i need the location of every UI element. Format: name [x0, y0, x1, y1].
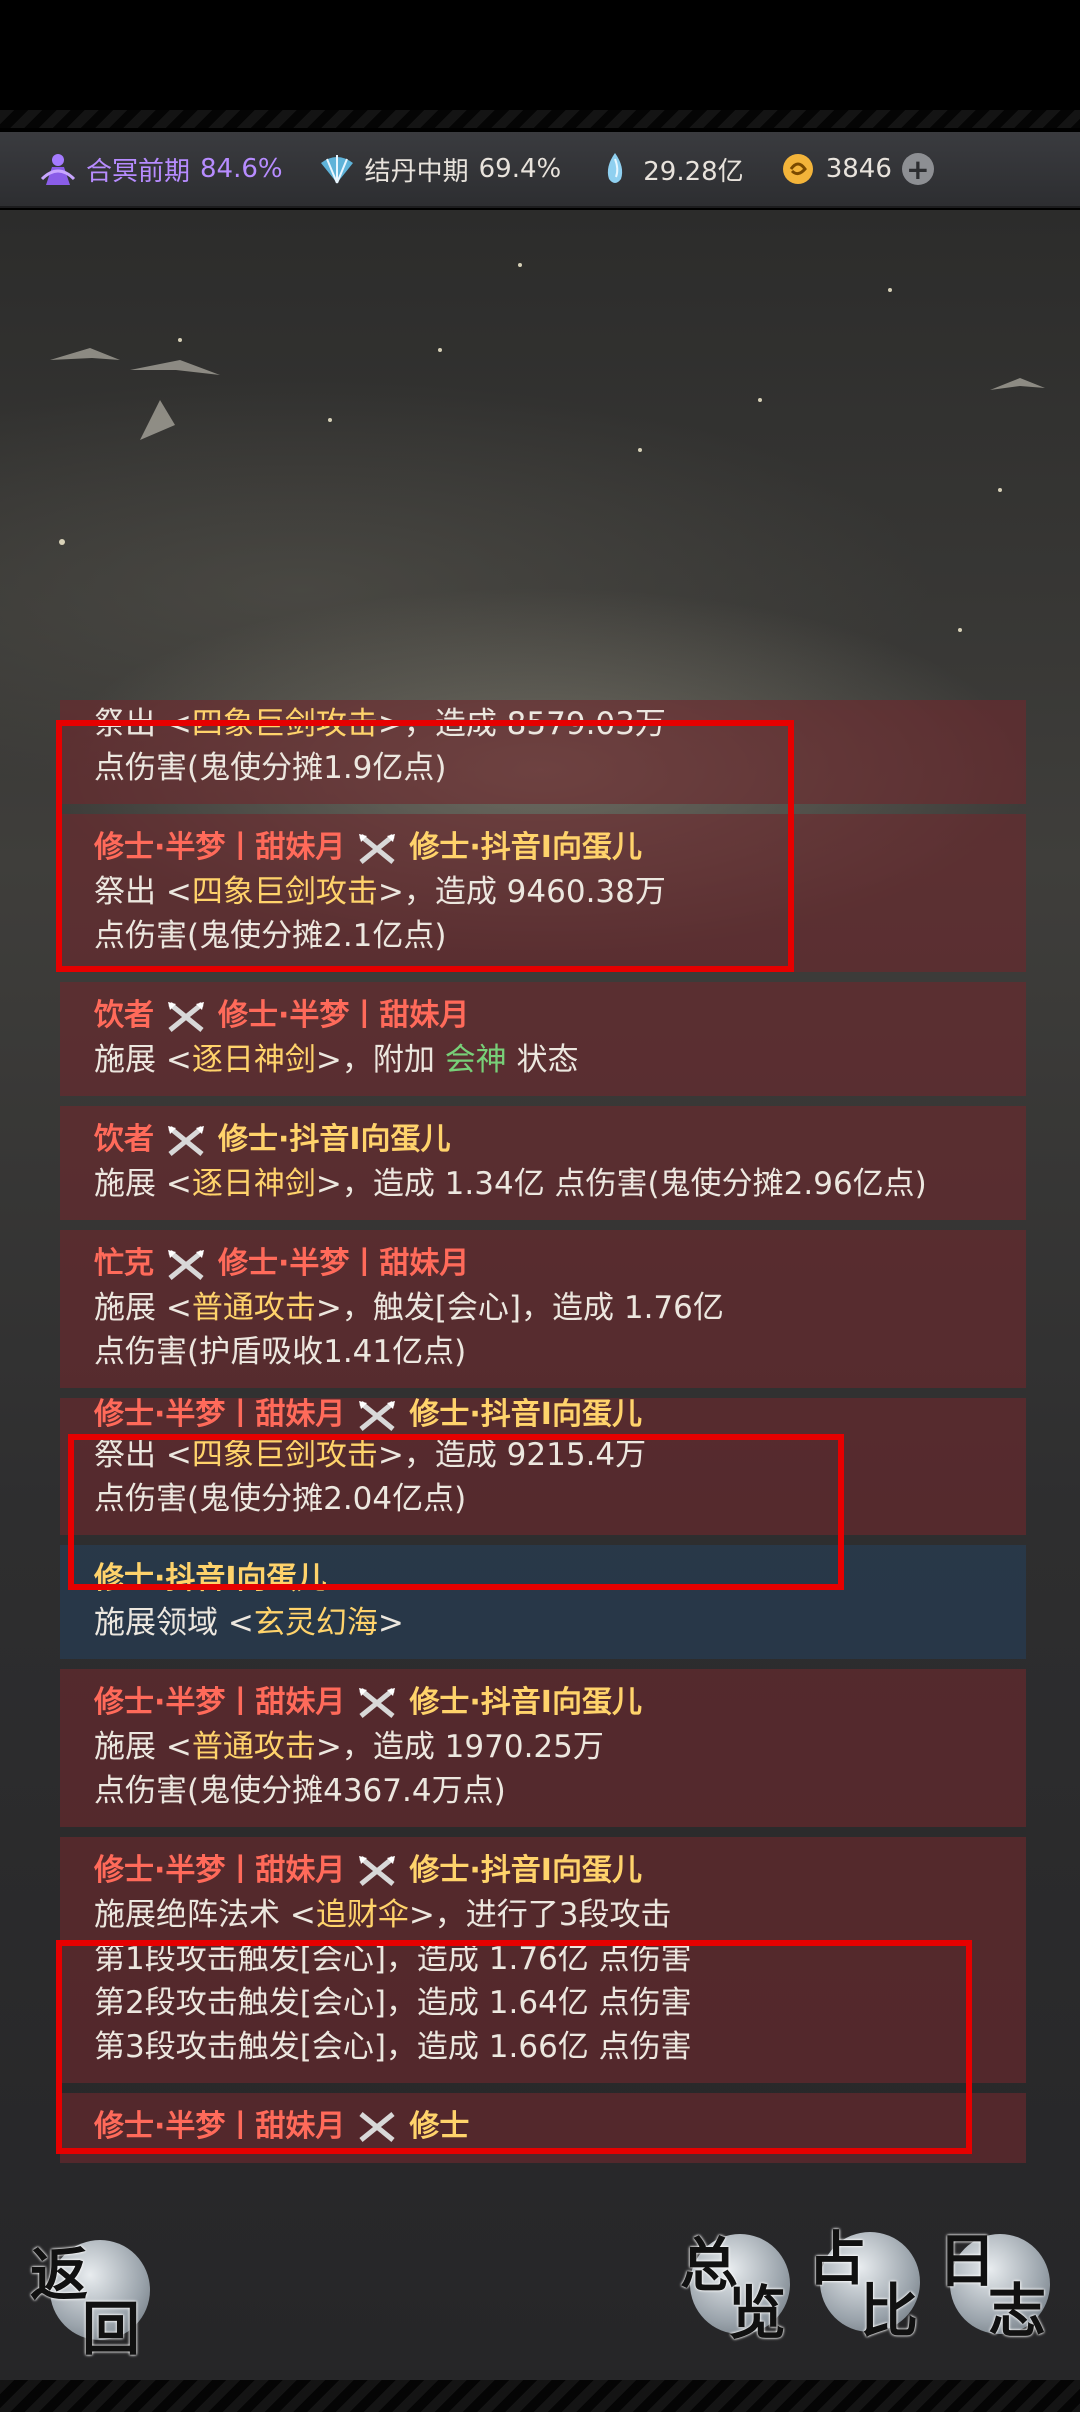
core-progress: 69.4%: [478, 154, 562, 184]
log-line: 施展 <普通攻击>，造成 1970.25万: [94, 1728, 604, 1765]
resource-core: 结丹中期 69.4%: [317, 149, 562, 189]
purple-figure-icon: [38, 149, 78, 189]
core-label: 结丹中期: [364, 156, 469, 187]
gold-coin-icon: [778, 149, 818, 189]
target-name[interactable]: 修士·抖音I向蛋儿: [409, 1397, 642, 1432]
decorative-border: [0, 110, 1080, 128]
log-line: 施展领域 <玄灵幻海>: [94, 1604, 404, 1641]
log-line: 施展 <逐日神剑>，造成 1.34亿 点伤害(鬼使分摊2.96亿点): [94, 1166, 927, 1202]
log-header: 修士·半梦丨甜妹月 修士·抖音I向蛋儿: [94, 1398, 992, 1433]
ratio-label-1: 占: [808, 2225, 867, 2293]
back-label-1: 返: [30, 2241, 89, 2309]
resource-realm: 合冥前期 84.6%: [38, 149, 283, 189]
highlight-box: [56, 1940, 972, 2154]
back-button[interactable]: 返 回: [20, 2220, 160, 2363]
attacker-name[interactable]: 饮者: [94, 998, 154, 1033]
log-header: 饮者 修士·半梦丨甜妹月: [94, 994, 992, 1038]
attacker-name[interactable]: 忙克: [94, 1246, 154, 1281]
target-name[interactable]: 修士·抖音I向蛋儿: [409, 1685, 642, 1720]
log-header: 饮者 修士·抖音I向蛋儿: [94, 1118, 992, 1162]
ratio-button[interactable]: 占 比: [806, 2210, 936, 2345]
resource-bar: 合冥前期 84.6% 结丹中期 69.4% 29.28亿 3846 +: [0, 132, 1080, 208]
gold-value: 3846: [825, 154, 892, 184]
attacker-name[interactable]: 修士·半梦丨甜妹月: [94, 1685, 345, 1720]
highlight-box: [56, 720, 794, 972]
attacker-name[interactable]: 饮者: [94, 1122, 154, 1157]
log-line: 点伤害(护盾吸收1.41亿点): [94, 1334, 467, 1370]
crossed-swords-icon: [168, 1001, 204, 1032]
realm-label: 合冥前期: [86, 156, 191, 187]
spirit-stone-icon: [595, 149, 635, 189]
fan-icon: [317, 149, 357, 189]
target-name[interactable]: 修士·抖音I向蛋儿: [409, 1853, 642, 1888]
resource-spirit-stone: 29.28亿: [595, 149, 744, 189]
overview-button[interactable]: 总 览: [676, 2214, 806, 2347]
crossed-swords-icon: [359, 1688, 396, 1718]
decorative-border: [0, 2380, 1080, 2412]
crossed-swords-icon: [359, 1400, 396, 1431]
ratio-label-2: 比: [860, 2277, 919, 2345]
log-entry: 修士·半梦丨甜妹月 修士·抖音I向蛋儿 施展 <普通攻击>，造成 1970.25万…: [60, 1668, 1026, 1827]
target-name[interactable]: 修士·抖音I向蛋儿: [218, 1122, 451, 1157]
log-entry: 饮者 修士·半梦丨甜妹月 施展 <逐日神剑>，附加 会神 状态: [60, 982, 1026, 1096]
highlight-box: [68, 1434, 844, 1590]
overview-label-2: 览: [728, 2279, 787, 2347]
resource-gold: 3846 +: [778, 149, 934, 189]
log-header: 忙克 修士·半梦丨甜妹月: [94, 1242, 992, 1286]
crossed-swords-icon: [168, 1125, 204, 1156]
log-label-2: 志: [988, 2277, 1047, 2345]
log-line: 施展绝阵法术 <追财伞>，进行了3段攻击: [94, 1896, 672, 1933]
back-label-2: 回: [82, 2295, 141, 2363]
crossed-swords-icon: [168, 1249, 204, 1280]
log-line: 施展 <逐日神剑>，附加 会神 状态: [94, 1042, 579, 1078]
log-entry: 饮者 修士·抖音I向蛋儿 施展 <逐日神剑>，造成 1.34亿 点伤害(鬼使分摊2…: [60, 1106, 1026, 1220]
attacker-name[interactable]: 修士·半梦丨甜妹月: [94, 1853, 345, 1888]
log-line: 点伤害(鬼使分摊4367.4万点): [94, 1772, 506, 1809]
realm-progress: 84.6%: [200, 154, 283, 184]
log-header: 修士·半梦丨甜妹月 修士·抖音I向蛋儿: [94, 1681, 992, 1725]
log-line: 施展 <普通攻击>，触发[会心]，造成 1.76亿: [94, 1290, 724, 1326]
log-entry: 忙克 修士·半梦丨甜妹月 施展 <普通攻击>，触发[会心]，造成 1.76亿 点伤…: [60, 1230, 1026, 1388]
log-button[interactable]: 日 志: [936, 2212, 1066, 2345]
bottom-border: [0, 2380, 1080, 2412]
status-bar: [0, 0, 1080, 128]
target-name[interactable]: 修士·半梦丨甜妹月: [218, 1246, 469, 1281]
target-name[interactable]: 修士·半梦丨甜妹月: [218, 998, 469, 1033]
add-gold-button[interactable]: +: [901, 153, 934, 186]
attacker-name[interactable]: 修士·半梦丨甜妹月: [94, 1397, 345, 1432]
spirit-stone-value: 29.28亿: [643, 156, 744, 187]
log-header: 修士·半梦丨甜妹月 修士·抖音I向蛋儿: [94, 1849, 992, 1893]
crossed-swords-icon: [359, 1856, 396, 1886]
